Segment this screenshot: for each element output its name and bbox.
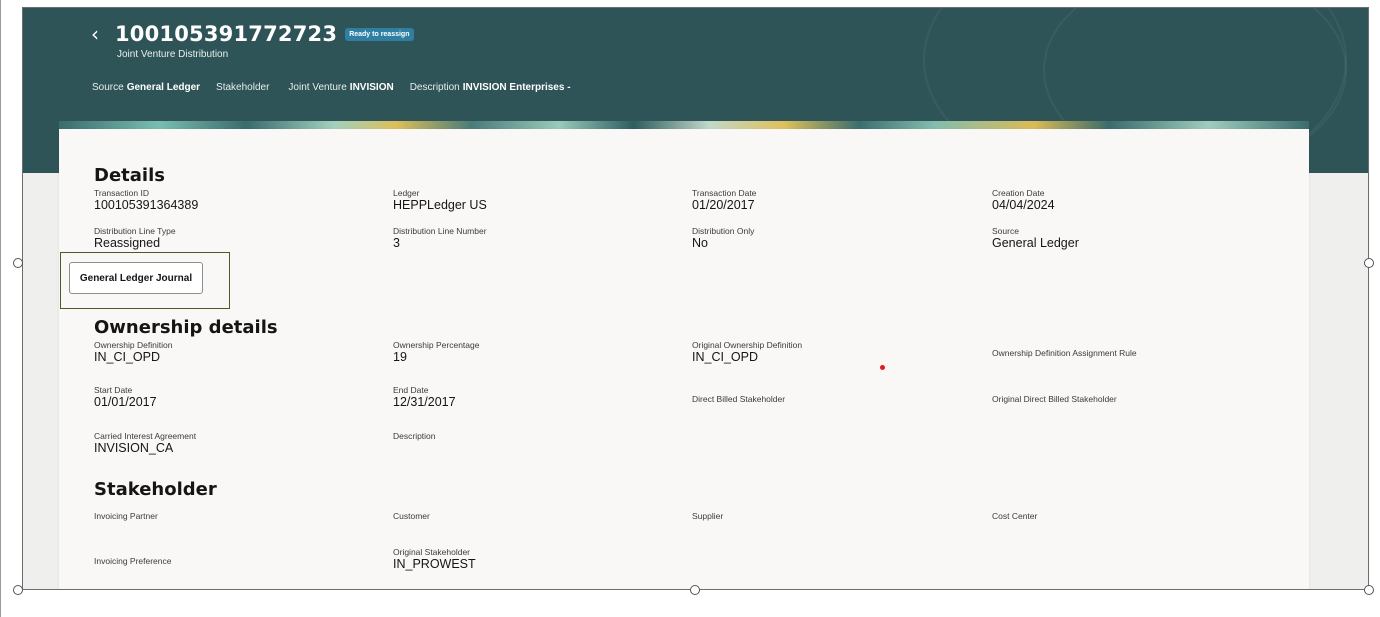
status-badge: Ready to reassign (345, 27, 414, 41)
field-ownership-assignment-rule: Ownership Definition Assignment Rule (992, 348, 1137, 358)
field-start-date: Start Date 01/01/2017 (94, 385, 157, 409)
cursor-dot (880, 365, 885, 370)
page-title: 100105391772723 (115, 22, 338, 46)
title-row: ‹ 100105391772723 Ready to reassign (91, 22, 414, 46)
frame-edge (0, 0, 1, 617)
field-distribution-line-type: Distribution Line Type Reassigned (94, 226, 176, 250)
field-transaction-id: Transaction ID 100105391364389 (94, 188, 199, 212)
field-cost-center: Cost Center (992, 511, 1038, 521)
header-meta: Source General Ledger Stakeholder Joint V… (92, 82, 587, 93)
field-description: Description (393, 431, 436, 441)
field-distribution-line-number: Distribution Line Number 3 (393, 226, 487, 250)
field-distribution-only: Distribution Only No (692, 226, 755, 250)
field-ownership-definition: Ownership Definition IN_CI_OPD (94, 340, 173, 364)
section-title-stakeholder: Stakeholder (94, 479, 217, 500)
section-title-ownership: Ownership details (94, 317, 278, 338)
meta-stakeholder: Stakeholder (216, 82, 270, 93)
meta-joint-venture: Joint Venture INVISION (288, 82, 394, 93)
resize-handle-bottom-left[interactable] (13, 585, 23, 595)
resize-handle-bottom-right[interactable] (1364, 585, 1374, 595)
page-subtitle: Joint Venture Distribution (117, 49, 229, 60)
meta-description: Description INVISION Enterprises - (409, 82, 571, 93)
field-carried-interest-agreement: Carried Interest Agreement INVISION_CA (94, 431, 197, 455)
field-invoicing-partner: Invoicing Partner (94, 511, 158, 521)
content-card: Details Transaction ID 100105391364389 L… (59, 129, 1309, 589)
field-invoicing-preference: Invoicing Preference (94, 556, 172, 566)
resize-handle-bottom[interactable] (690, 585, 700, 595)
field-creation-date: Creation Date 04/04/2024 (992, 188, 1055, 212)
field-supplier: Supplier (692, 511, 724, 521)
field-original-ownership-definition: Original Ownership Definition IN_CI_OPD (692, 340, 803, 364)
field-direct-billed-stakeholder: Direct Billed Stakeholder (692, 394, 786, 404)
chevron-left-icon[interactable]: ‹ (91, 22, 115, 46)
field-source: Source General Ledger (992, 226, 1079, 250)
resize-handle-left[interactable] (13, 258, 23, 268)
field-transaction-date: Transaction Date 01/20/2017 (692, 188, 757, 212)
slide-stage: ‹ 100105391772723 Ready to reassign Join… (0, 0, 1380, 617)
section-title-details: Details (94, 165, 165, 186)
field-original-stakeholder: Original Stakeholder IN_PROWEST (393, 547, 476, 571)
field-ledger: Ledger HEPPLedger US (393, 188, 487, 212)
general-ledger-journal-button[interactable]: General Ledger Journal (69, 262, 203, 294)
field-end-date: End Date 12/31/2017 (393, 385, 456, 409)
field-ownership-percentage: Ownership Percentage 19 (393, 340, 480, 364)
meta-source: Source General Ledger (92, 82, 201, 93)
resize-handle-right[interactable] (1364, 258, 1374, 268)
field-customer: Customer (393, 511, 430, 521)
field-original-direct-billed-stakeholder: Original Direct Billed Stakeholder (992, 394, 1117, 404)
